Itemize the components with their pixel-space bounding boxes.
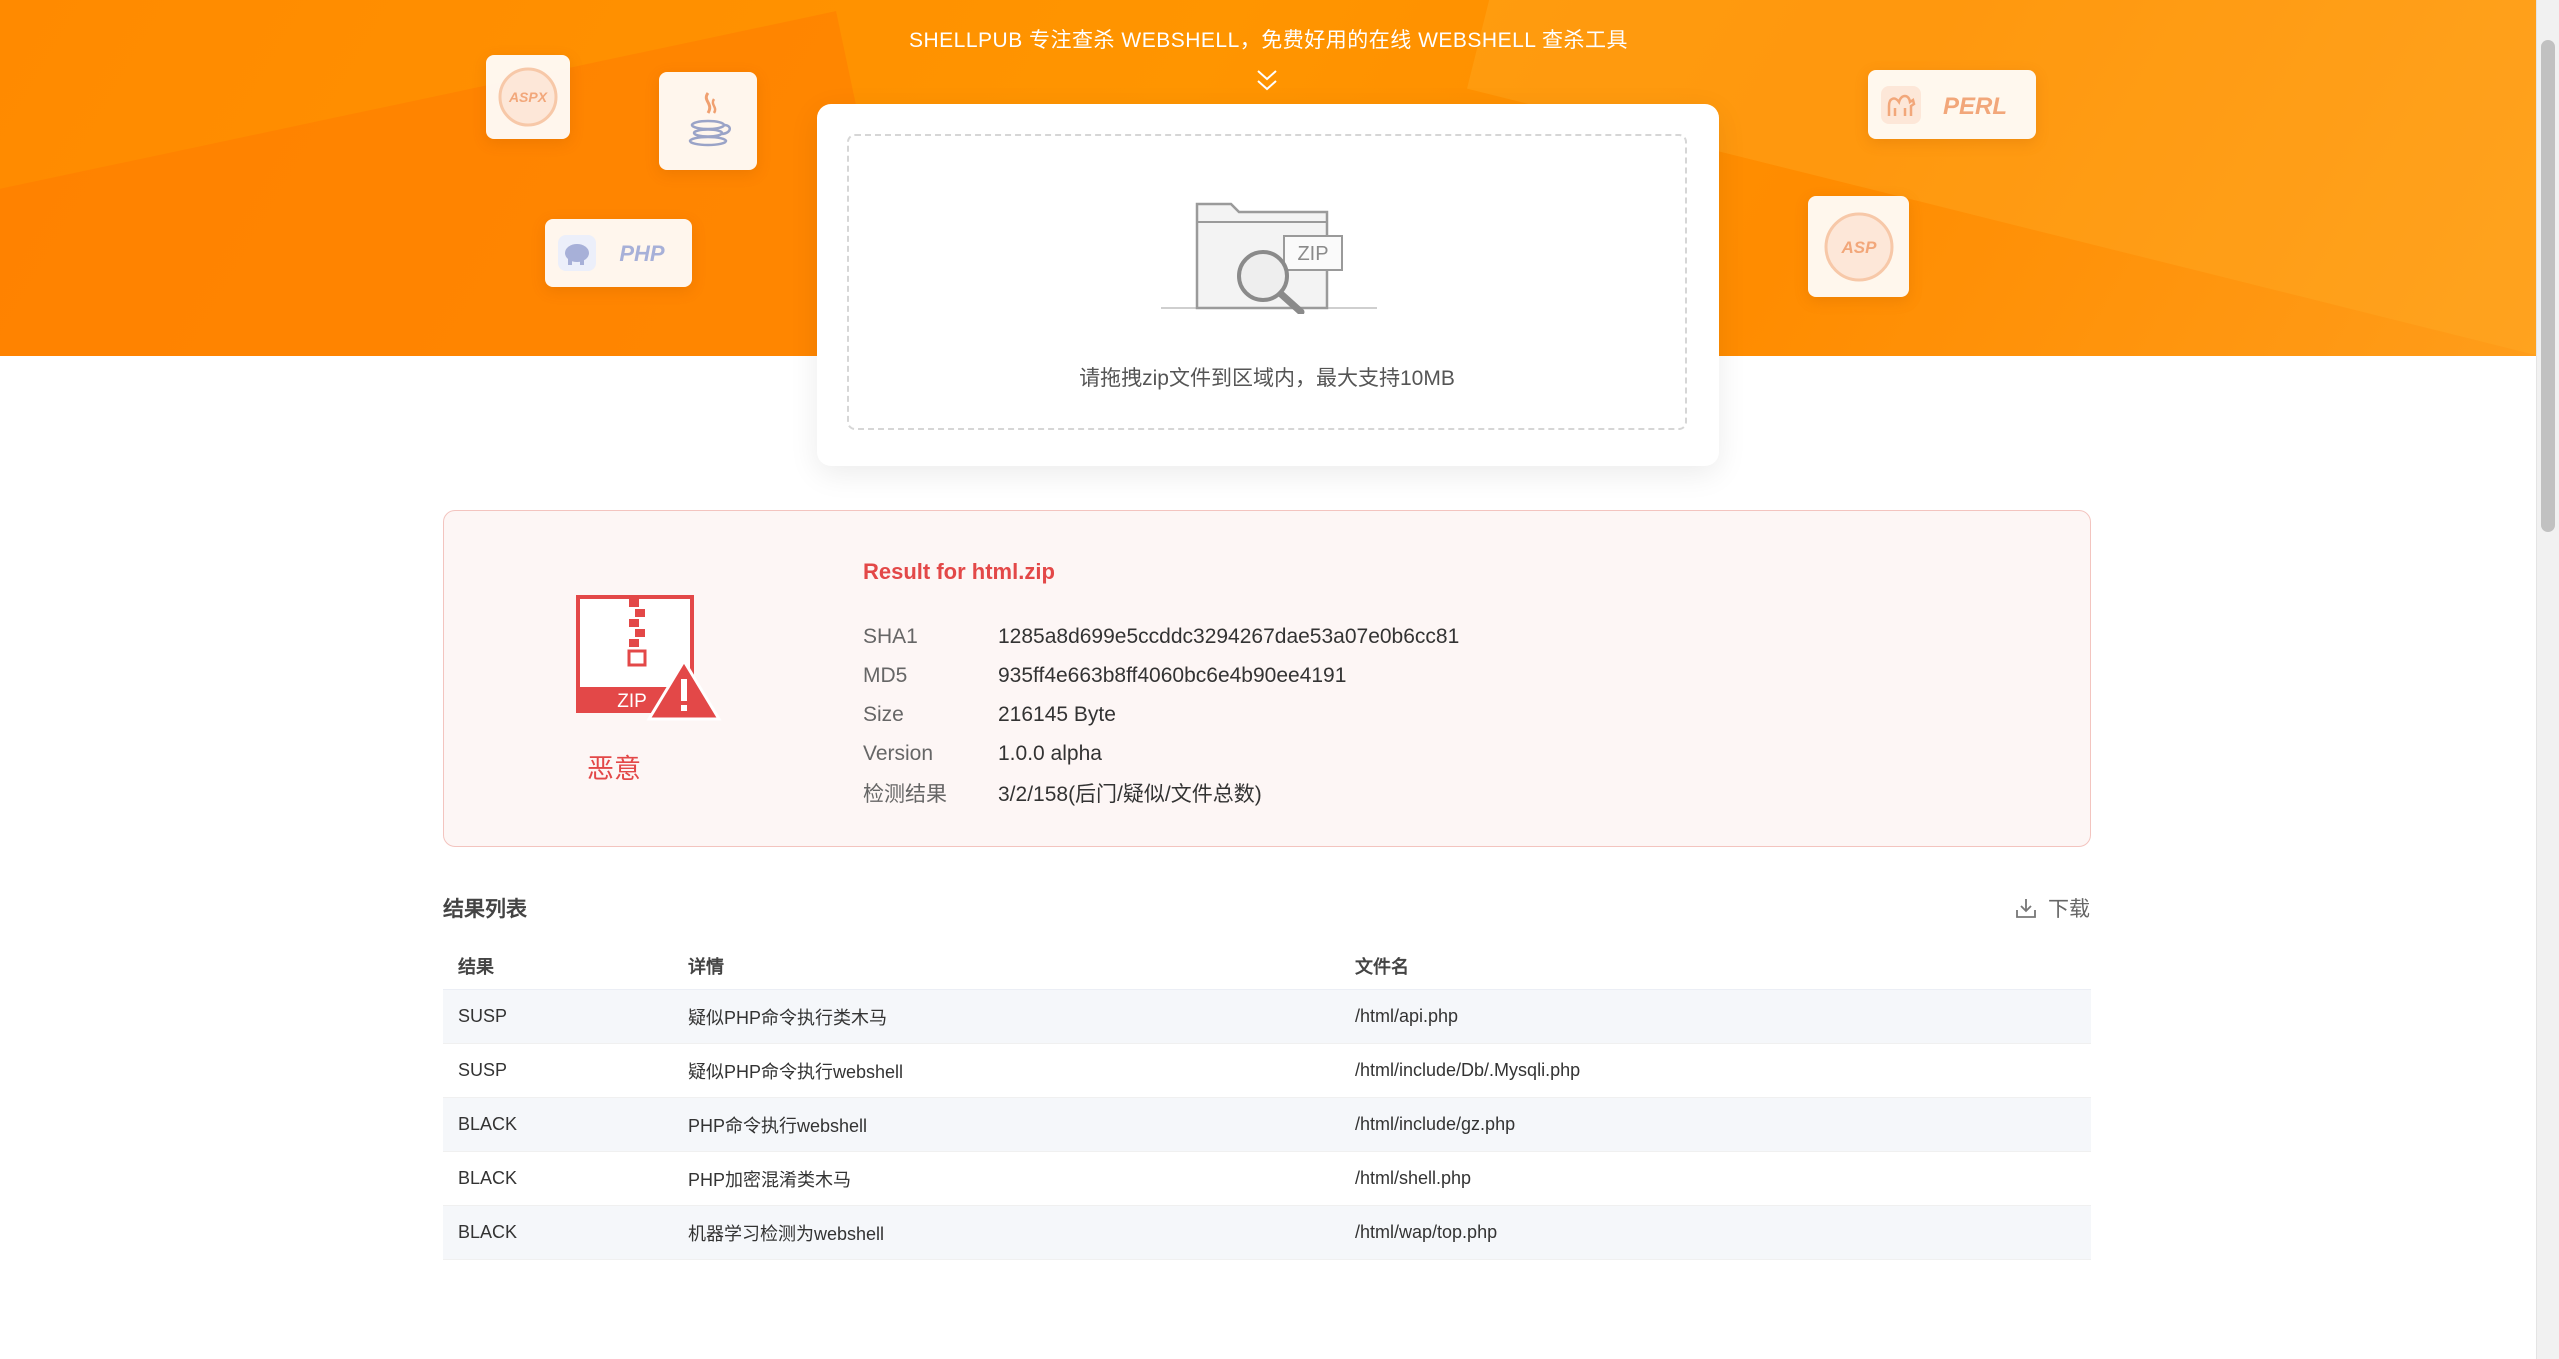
java-cup-icon xyxy=(688,92,731,147)
info-key: Version xyxy=(863,741,934,765)
info-row-version: Version 1.0.0 alpha xyxy=(863,734,1459,773)
php-elephant-icon: PHP xyxy=(557,235,665,271)
verdict-label: 恶意 xyxy=(587,754,641,784)
php-label: PHP xyxy=(619,241,665,266)
aspx-language-card: ASPX xyxy=(486,55,570,139)
cell-filename: /html/api.php xyxy=(1340,989,2091,1044)
cell-detail: PHP加密混淆类木马 xyxy=(673,1151,1340,1206)
result-summary-panel: ZIP 恶意 Result for html.zip SHA1 1285a8d6… xyxy=(443,510,2091,847)
scrollbar-thumb[interactable] xyxy=(2541,40,2555,532)
table-row: SUSP 疑似PHP命令执行webshell /html/include/Db/… xyxy=(443,1043,2091,1098)
upload-hint: 请拖拽zip文件到区域内，最大支持10MB xyxy=(1079,367,1455,390)
asp-label: ASP xyxy=(1840,238,1877,257)
java-language-card xyxy=(659,72,757,170)
zip-icon-label: ZIP xyxy=(617,691,647,712)
version-value: 1.0.0 alpha xyxy=(998,741,1102,765)
results-table: 结果 详情 文件名 SUSP 疑似PHP命令执行类木马 /html/api.ph… xyxy=(443,942,2091,1260)
table-row: BLACK PHP命令执行webshell /html/include/gz.p… xyxy=(443,1097,2091,1152)
cell-detail: PHP命令执行webshell xyxy=(673,1097,1340,1152)
cell-result: SUSP xyxy=(443,989,673,1044)
column-header-detail: 详情 xyxy=(673,942,1340,990)
asp-icon: ASP xyxy=(1824,212,1893,281)
file-info-table: SHA1 1285a8d699e5ccddc3294267dae53a07e0b… xyxy=(863,617,1459,812)
detection-result-value: 3/2/158(后门/疑似/文件总数) xyxy=(998,782,1262,806)
php-language-card: PHP xyxy=(545,219,692,287)
vertical-scrollbar[interactable] xyxy=(2536,0,2559,1359)
column-header-result: 结果 xyxy=(443,942,673,990)
cell-detail: 疑似PHP命令执行类木马 xyxy=(673,989,1340,1044)
perl-camel-icon: PERL xyxy=(1881,85,2007,124)
aspx-label: ASPX xyxy=(508,89,549,105)
info-key: Size xyxy=(863,702,904,726)
cell-result: SUSP xyxy=(443,1043,673,1098)
table-row: BLACK 机器学习检测为webshell /html/wap/top.php xyxy=(443,1205,2091,1260)
hero-shape xyxy=(0,11,940,356)
result-list-title: 结果列表 xyxy=(443,898,527,921)
zip-drop-zone[interactable]: ZIP 请拖拽zip文件到区域内，最大支持10MB xyxy=(847,134,1687,430)
zip-folder-search-icon: ZIP xyxy=(1161,202,1377,314)
cell-filename: /html/include/Db/.Mysqli.php xyxy=(1340,1043,2091,1098)
cell-filename: /html/wap/top.php xyxy=(1340,1205,2091,1260)
asp-language-card: ASP xyxy=(1808,196,1909,297)
chevron-down-icon xyxy=(1257,70,1277,91)
cell-detail: 机器学习检测为webshell xyxy=(673,1205,1340,1260)
perl-label: PERL xyxy=(1943,93,2007,120)
malicious-zip-icon: ZIP xyxy=(576,595,722,721)
md5-value: 935ff4e663b8ff4060bc6e4b90ee4191 xyxy=(998,663,1347,687)
perl-language-card: PERL xyxy=(1868,70,2036,139)
info-row-md5: MD5 935ff4e663b8ff4060bc6e4b90ee4191 xyxy=(863,656,1459,695)
info-key: MD5 xyxy=(863,663,908,687)
hero-title-cropped xyxy=(1150,0,1370,8)
zip-illustration-label: ZIP xyxy=(1297,243,1328,265)
info-key: SHA1 xyxy=(863,624,918,648)
cell-result: BLACK xyxy=(443,1151,673,1206)
download-button[interactable]: 下载 xyxy=(2014,893,2090,923)
cell-result: BLACK xyxy=(443,1097,673,1152)
info-row-sha1: SHA1 1285a8d699e5ccddc3294267dae53a07e0b… xyxy=(863,617,1459,656)
cell-detail: 疑似PHP命令执行webshell xyxy=(673,1043,1340,1098)
column-header-filename: 文件名 xyxy=(1340,942,2091,990)
cell-filename: /html/shell.php xyxy=(1340,1151,2091,1206)
cell-filename: /html/include/gz.php xyxy=(1340,1097,2091,1152)
aspx-icon: ASPX xyxy=(498,67,558,127)
size-value: 216145 Byte xyxy=(998,702,1116,726)
info-key: 检测结果 xyxy=(863,782,947,806)
table-row: SUSP 疑似PHP命令执行类木马 /html/api.php xyxy=(443,989,2091,1044)
table-row: BLACK PHP加密混淆类木马 /html/shell.php xyxy=(443,1151,2091,1206)
download-label: 下载 xyxy=(2048,898,2090,921)
result-title: Result for html.zip xyxy=(863,559,1055,584)
upload-card: ZIP 请拖拽zip文件到区域内，最大支持10MB xyxy=(817,104,1719,466)
cell-result: BLACK xyxy=(443,1205,673,1260)
download-icon xyxy=(2016,899,2036,918)
sha1-value: 1285a8d699e5ccddc3294267dae53a07e0b6cc81 xyxy=(998,624,1460,648)
info-row-detection: 检测结果 3/2/158(后门/疑似/文件总数) xyxy=(863,773,1459,812)
table-header-row: 结果 详情 文件名 xyxy=(443,942,2091,990)
info-row-size: Size 216145 Byte xyxy=(863,695,1459,734)
hero-subtitle: SHELLPUB 专注查杀 WEBSHELL，免费好用的在线 WEBSHELL … xyxy=(908,29,1629,52)
